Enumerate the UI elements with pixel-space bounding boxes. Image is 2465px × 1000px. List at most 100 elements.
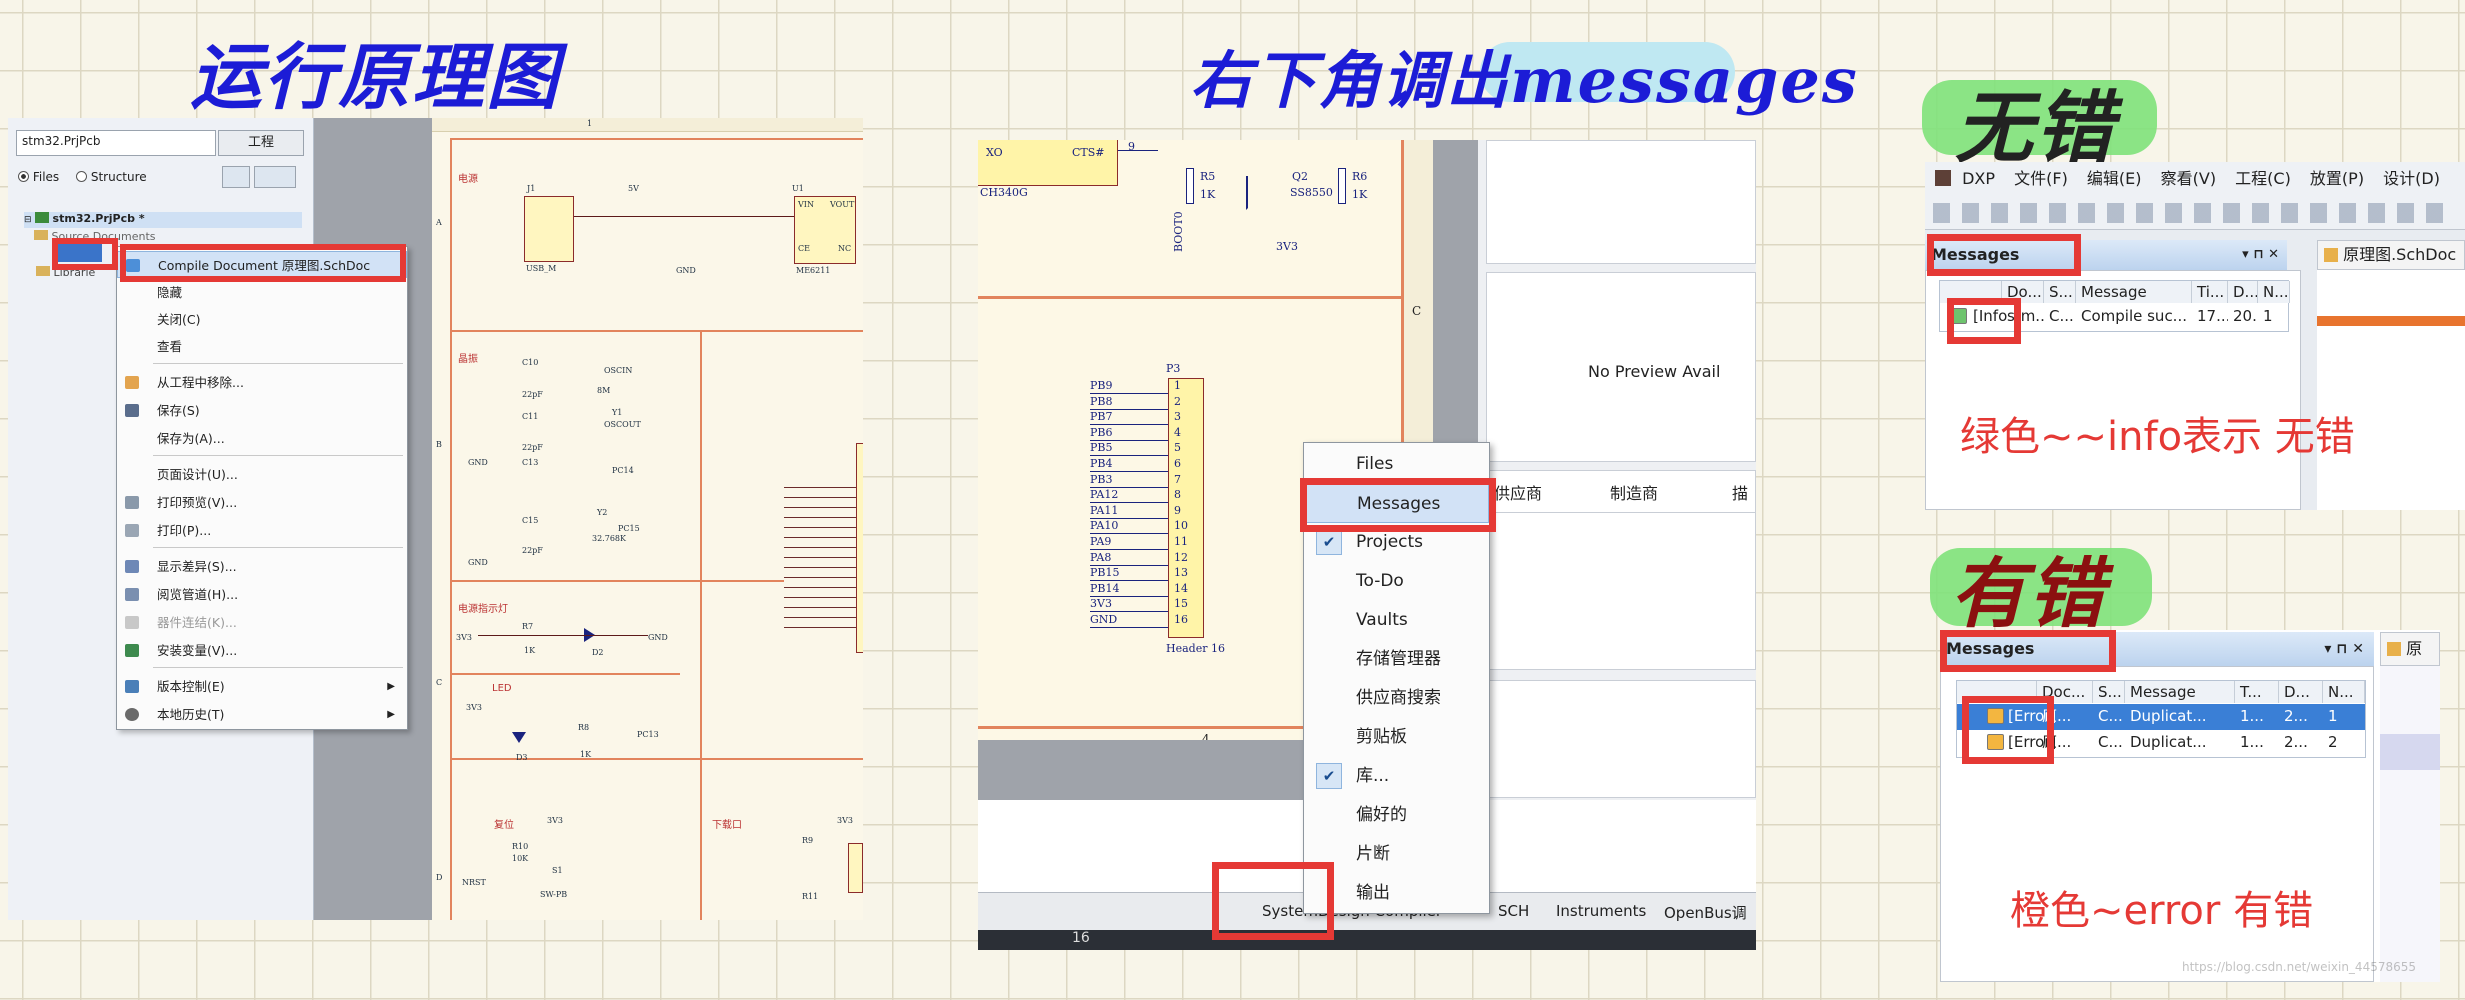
menu-item-supplier-search[interactable]: 供应商搜索: [1304, 679, 1489, 718]
checkmark-icon: ✔: [1316, 763, 1342, 789]
section-crystal: 晶振: [458, 354, 478, 365]
menu-item-show-differences-label: 显示差异(S)...: [157, 559, 237, 574]
column-date[interactable]: D...: [2279, 681, 2323, 703]
part-d3: D3: [516, 753, 528, 762]
menu-item-variants[interactable]: 安装变量(V)...: [117, 637, 407, 664]
radio-files-dot: [18, 171, 29, 182]
menu-item-remove-from-project[interactable]: 从工程中移除...: [117, 369, 407, 396]
resistor-r6-body: [1338, 168, 1346, 204]
project-file-field[interactable]: stm32.PrjPcb: [16, 130, 216, 156]
radio-files[interactable]: Files: [18, 170, 59, 184]
tab-instruments[interactable]: Instruments: [1556, 902, 1646, 920]
ldo-vin: VIN: [798, 200, 814, 209]
menu-item-clipboard[interactable]: 剪贴板: [1304, 718, 1489, 757]
variant-icon: [125, 644, 139, 657]
menu-item-version-control[interactable]: 版本控制(E) ▶: [117, 673, 407, 700]
column-manufacturer[interactable]: 制造商: [1610, 480, 1658, 504]
menu-item-component-links[interactable]: 器件连结(K)...: [117, 609, 407, 636]
column-vendor[interactable]: 供应商: [1494, 480, 1542, 504]
menu-item-save-label: 保存(S): [157, 403, 200, 418]
menu-dxp[interactable]: DXP: [1962, 169, 1995, 188]
menu-file[interactable]: 文件(F): [2014, 169, 2068, 188]
part-c11: C11: [522, 412, 539, 421]
menu-item-todo[interactable]: To-Do: [1304, 562, 1489, 601]
menu-item-print[interactable]: 打印(P)...: [117, 517, 407, 544]
header-pin-name: PB8: [1090, 394, 1113, 408]
menu-item-local-history[interactable]: 本地历史(T) ▶: [117, 701, 407, 728]
document-tab[interactable]: 原理图.SchDoc: [2317, 240, 2465, 270]
menu-place[interactable]: 放置(P): [2310, 169, 2364, 188]
label-boot0: BOOT0: [1172, 211, 1185, 252]
column-message[interactable]: Message: [2125, 681, 2235, 703]
menu-item-print-preview[interactable]: 打印预览(V)...: [117, 489, 407, 516]
column-description[interactable]: 描: [1732, 480, 1748, 504]
menu-item-save-as[interactable]: 保存为(A)...: [117, 425, 407, 452]
document-context-menu: Compile Document 原理图.SchDoc 隐藏 关闭(C) 查看 …: [116, 246, 408, 730]
menu-separator: [153, 667, 403, 668]
menu-item-page-setup[interactable]: 页面设计(U)...: [117, 461, 407, 488]
header-pin-name: PB5: [1090, 441, 1113, 455]
radio-structure[interactable]: Structure: [76, 170, 147, 184]
menu-item-view-pipeline[interactable]: 阅览管道(H)...: [117, 581, 407, 608]
schematic-doc-icon: [2324, 248, 2338, 262]
crystal-y2-value: 32.768K: [592, 534, 626, 543]
net-gnd-2: GND: [468, 458, 488, 467]
column-time[interactable]: T...: [2235, 681, 2279, 703]
menu-item-vaults[interactable]: Vaults: [1304, 601, 1489, 640]
highlight-messages-item: [1300, 478, 1496, 532]
menu-view[interactable]: 察看(V): [2161, 169, 2216, 188]
part-s1: S1: [552, 866, 563, 875]
component-link-icon: [125, 616, 139, 629]
net-3v3-led2: 3V3: [466, 703, 482, 712]
watermark: https://blog.csdn.net/weixin_44578655: [2182, 960, 2417, 974]
menu-item-storage-manager[interactable]: 存储管理器: [1304, 640, 1489, 679]
project-button[interactable]: 工程: [218, 130, 304, 156]
toolbar-icons[interactable]: [1933, 203, 2453, 223]
menu-item-save[interactable]: 保存(S): [117, 397, 407, 424]
panel-controls[interactable]: ▾ ⊓ ✕: [2324, 632, 2364, 666]
panel-tool-button-1[interactable]: [222, 166, 250, 188]
column-date[interactable]: D...: [2228, 281, 2258, 303]
menu-item-hide[interactable]: 隐藏: [117, 279, 407, 306]
header-pin-name: PB15: [1090, 566, 1120, 580]
header-pin-name: PA10: [1090, 519, 1119, 533]
column-source[interactable]: S...: [2044, 281, 2076, 303]
row-marker-b: B: [436, 440, 442, 449]
label-3v3: 3V3: [1276, 240, 1298, 253]
menu-item-libraries[interactable]: ✔ 库...: [1304, 757, 1489, 796]
menu-item-close[interactable]: 关闭(C): [117, 306, 407, 333]
save-icon: [125, 404, 139, 417]
panel-controls[interactable]: ▾ ⊓ ✕: [2242, 240, 2279, 270]
taskbar-number: 16: [1072, 930, 1090, 946]
net-pc14: PC14: [612, 466, 634, 475]
column-no[interactable]: N...: [2323, 681, 2365, 703]
tab-sch[interactable]: SCH: [1498, 902, 1529, 920]
column-source[interactable]: S...: [2093, 681, 2125, 703]
editor-area: [2317, 270, 2465, 510]
column-time[interactable]: Ti...: [2192, 281, 2228, 303]
label-nine: 9: [1128, 140, 1135, 153]
pipe-icon: [125, 588, 139, 601]
column-no[interactable]: N...: [2258, 281, 2290, 303]
panel-tool-button-2[interactable]: [254, 166, 296, 188]
column-message[interactable]: Message: [2076, 281, 2192, 303]
menu-design[interactable]: 设计(D): [2383, 169, 2440, 188]
menu-edit[interactable]: 编辑(E): [2087, 169, 2142, 188]
document-tab[interactable]: 原: [2380, 632, 2440, 666]
menu-item-show-differences[interactable]: 显示差异(S)...: [117, 553, 407, 580]
menu-item-favorites[interactable]: 偏好的: [1304, 796, 1489, 835]
menu-item-view[interactable]: 查看: [117, 333, 407, 360]
label-r5: R5: [1200, 170, 1216, 183]
highlight-compile-item: [120, 244, 406, 282]
part-y2: Y2: [597, 508, 608, 517]
cell-message: Duplicat...: [2130, 707, 2207, 725]
cap-c15-value: 22pF: [522, 546, 543, 555]
menu-project[interactable]: 工程(C): [2235, 169, 2291, 188]
tab-openbus[interactable]: OpenBus调: [1664, 902, 1747, 923]
menu-item-projects-label: Projects: [1356, 532, 1424, 552]
menu-item-print-label: 打印(P)...: [157, 523, 212, 538]
tree-root[interactable]: ⊟ stm32.PrjPcb *: [24, 212, 302, 228]
section-download: 下载口: [712, 820, 742, 831]
checkmark-icon: ✔: [1316, 529, 1342, 555]
header-pin-name: PA8: [1090, 550, 1112, 564]
